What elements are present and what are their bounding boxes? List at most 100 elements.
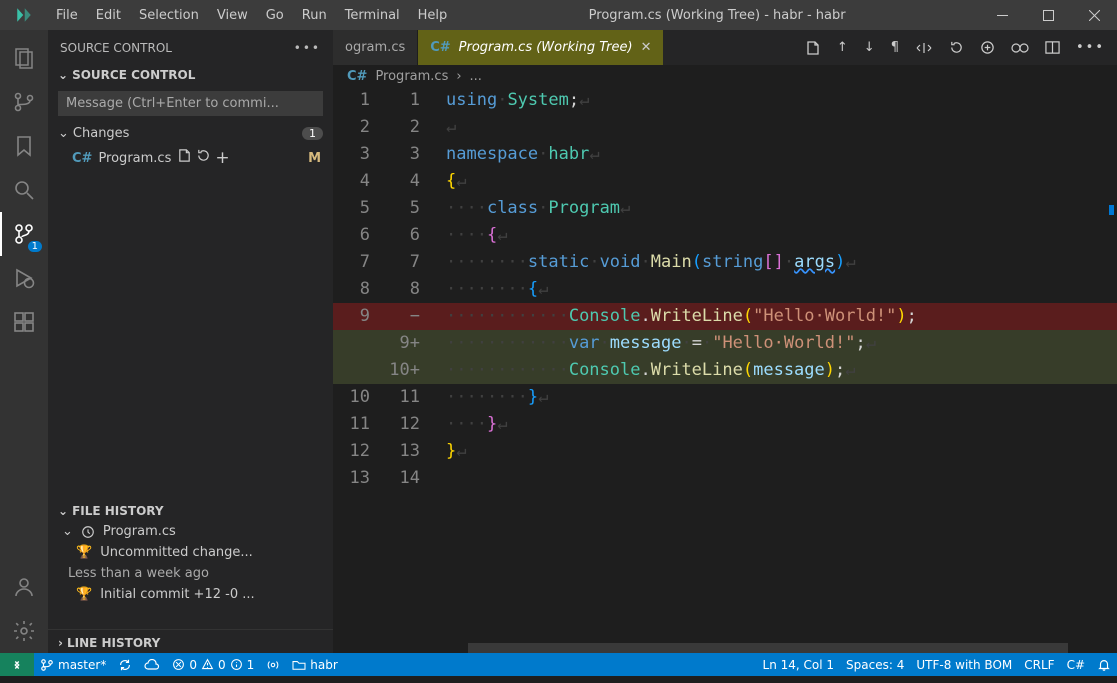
- source-control-icon[interactable]: 1: [0, 212, 48, 256]
- folder-indicator[interactable]: habr: [286, 658, 344, 672]
- problems-indicator[interactable]: 0 0 1: [166, 658, 260, 672]
- discard-icon[interactable]: [949, 40, 964, 55]
- code-line[interactable]: 66····{↵: [333, 222, 1117, 249]
- menu-terminal[interactable]: Terminal: [337, 4, 408, 27]
- code-line[interactable]: 22↵: [333, 114, 1117, 141]
- file-history-header[interactable]: ⌄ FILE HISTORY: [48, 501, 333, 521]
- git-branch-icon[interactable]: [0, 80, 48, 124]
- commit-message-input[interactable]: Message (Ctrl+Enter to commi...: [58, 91, 323, 116]
- minimize-button[interactable]: [979, 0, 1025, 30]
- menu-file[interactable]: File: [48, 4, 86, 27]
- file-actions: +: [177, 148, 229, 168]
- language-mode[interactable]: C#: [1061, 658, 1091, 672]
- menu-run[interactable]: Run: [294, 4, 335, 27]
- eol[interactable]: CRLF: [1018, 658, 1060, 672]
- overview-ruler[interactable]: [1103, 87, 1117, 653]
- gutter-original: 1: [333, 87, 378, 114]
- changed-file-row[interactable]: C# Program.cs + M: [48, 145, 333, 171]
- gutter-modified: 9+: [378, 330, 428, 357]
- close-icon[interactable]: ✕: [641, 40, 652, 55]
- more-icon[interactable]: •••: [294, 41, 321, 55]
- gutter-modified: 3: [378, 141, 428, 168]
- inline-diff-icon[interactable]: [915, 41, 933, 55]
- code-line[interactable]: 1011········}↵: [333, 384, 1117, 411]
- close-button[interactable]: [1071, 0, 1117, 30]
- sync-button[interactable]: [112, 658, 138, 672]
- indentation[interactable]: Spaces: 4: [840, 658, 910, 672]
- gutter-original: 13: [333, 465, 378, 492]
- code-content: ············Console.WriteLine(message);↵: [446, 357, 856, 384]
- file-history-file[interactable]: ⌄ Program.cs: [48, 521, 333, 542]
- arrow-up-icon[interactable]: ↑: [837, 40, 848, 55]
- menu-view[interactable]: View: [209, 4, 256, 27]
- scrollbar-thumb[interactable]: [468, 643, 1068, 653]
- gutter-modified: 1: [378, 87, 428, 114]
- csharp-file-icon: C#: [72, 151, 92, 166]
- more-icon[interactable]: •••: [1076, 40, 1105, 55]
- commit-uncommitted[interactable]: 🏆 Uncommitted change...: [48, 542, 333, 563]
- gutter-original: 11: [333, 411, 378, 438]
- remote-indicator[interactable]: [0, 653, 34, 676]
- gutter-modified: 12: [378, 411, 428, 438]
- code-content: ········}↵: [446, 384, 548, 411]
- gutter-modified: 14: [378, 465, 428, 492]
- code-line[interactable]: 10+ ············Console.WriteLine(message…: [333, 357, 1117, 384]
- debug-icon[interactable]: [0, 256, 48, 300]
- code-line[interactable]: 44{↵: [333, 168, 1117, 195]
- cursor-position[interactable]: Ln 14, Col 1: [757, 658, 841, 672]
- notifications-icon[interactable]: [1091, 658, 1117, 672]
- whitespace-icon[interactable]: ¶: [891, 40, 899, 55]
- open-file-icon[interactable]: [177, 148, 192, 168]
- code-line[interactable]: 11 using·System;↵: [333, 87, 1117, 114]
- broadcast-icon[interactable]: [260, 658, 286, 672]
- changes-header[interactable]: ⌄Changes 1: [48, 122, 333, 145]
- chevron-down-icon: ⌄: [58, 126, 69, 141]
- code-line[interactable]: 77········static·void·Main(string[]·args…: [333, 249, 1117, 276]
- menu-go[interactable]: Go: [258, 4, 292, 27]
- explorer-icon[interactable]: [0, 36, 48, 80]
- split-editor-icon[interactable]: [1045, 40, 1060, 55]
- tab-previous[interactable]: ogram.cs: [333, 30, 418, 65]
- code-line[interactable]: 55····class·Program↵: [333, 195, 1117, 222]
- code-line[interactable]: 9+············var·message·=·"Hello·World…: [333, 330, 1117, 357]
- tab-active[interactable]: C# Program.cs (Working Tree) ✕: [418, 30, 663, 65]
- code-line[interactable]: 88········{↵: [333, 276, 1117, 303]
- menu-selection[interactable]: Selection: [131, 4, 207, 27]
- menu-help[interactable]: Help: [410, 4, 456, 27]
- code-line[interactable]: 9−············Console.WriteLine("Hello·W…: [333, 303, 1117, 330]
- changes-label: Changes: [73, 126, 130, 141]
- code-content: using·System;↵: [446, 87, 589, 114]
- code-line[interactable]: 1213}↵: [333, 438, 1117, 465]
- stage-icon[interactable]: +: [215, 148, 229, 168]
- gutter-original: [333, 330, 378, 357]
- open-file-icon[interactable]: [805, 40, 821, 56]
- toggle-icon[interactable]: [1011, 41, 1029, 55]
- sidebar-title: SOURCE CONTROL: [60, 41, 172, 55]
- stage-change-icon[interactable]: [980, 40, 995, 55]
- diff-editor[interactable]: 11 using·System;↵22↵33namespace·habr↵44{↵…: [333, 87, 1117, 653]
- breadcrumb[interactable]: C# Program.cs › ...: [333, 65, 1117, 87]
- code-line[interactable]: 1112····}↵: [333, 411, 1117, 438]
- commit-initial[interactable]: 🏆 Initial commit +12 -0 ...: [48, 584, 333, 605]
- code-line[interactable]: 33namespace·habr↵: [333, 141, 1117, 168]
- branch-indicator[interactable]: master*: [34, 658, 112, 672]
- arrow-down-icon[interactable]: ↓: [864, 40, 875, 55]
- settings-gear-icon[interactable]: [0, 609, 48, 653]
- extensions-icon[interactable]: [0, 300, 48, 344]
- code-line[interactable]: 1314: [333, 465, 1117, 492]
- line-history-header[interactable]: › LINE HISTORY: [48, 629, 333, 653]
- encoding[interactable]: UTF-8 with BOM: [910, 658, 1018, 672]
- discard-icon[interactable]: [196, 148, 211, 168]
- cloud-icon[interactable]: [138, 659, 166, 671]
- horizontal-scrollbar[interactable]: [333, 643, 1099, 653]
- account-icon[interactable]: [0, 565, 48, 609]
- maximize-button[interactable]: [1025, 0, 1071, 30]
- gutter-modified: 10+: [378, 357, 428, 384]
- scm-section-header[interactable]: ⌄ SOURCE CONTROL: [48, 65, 333, 85]
- main-menu: File Edit Selection View Go Run Terminal…: [48, 4, 455, 27]
- bookmark-icon[interactable]: [0, 124, 48, 168]
- editor-toolbar: ↑ ↓ ¶ •••: [663, 30, 1117, 65]
- menu-edit[interactable]: Edit: [88, 4, 129, 27]
- editor-area: ogram.cs C# Program.cs (Working Tree) ✕ …: [333, 30, 1117, 653]
- search-icon[interactable]: [0, 168, 48, 212]
